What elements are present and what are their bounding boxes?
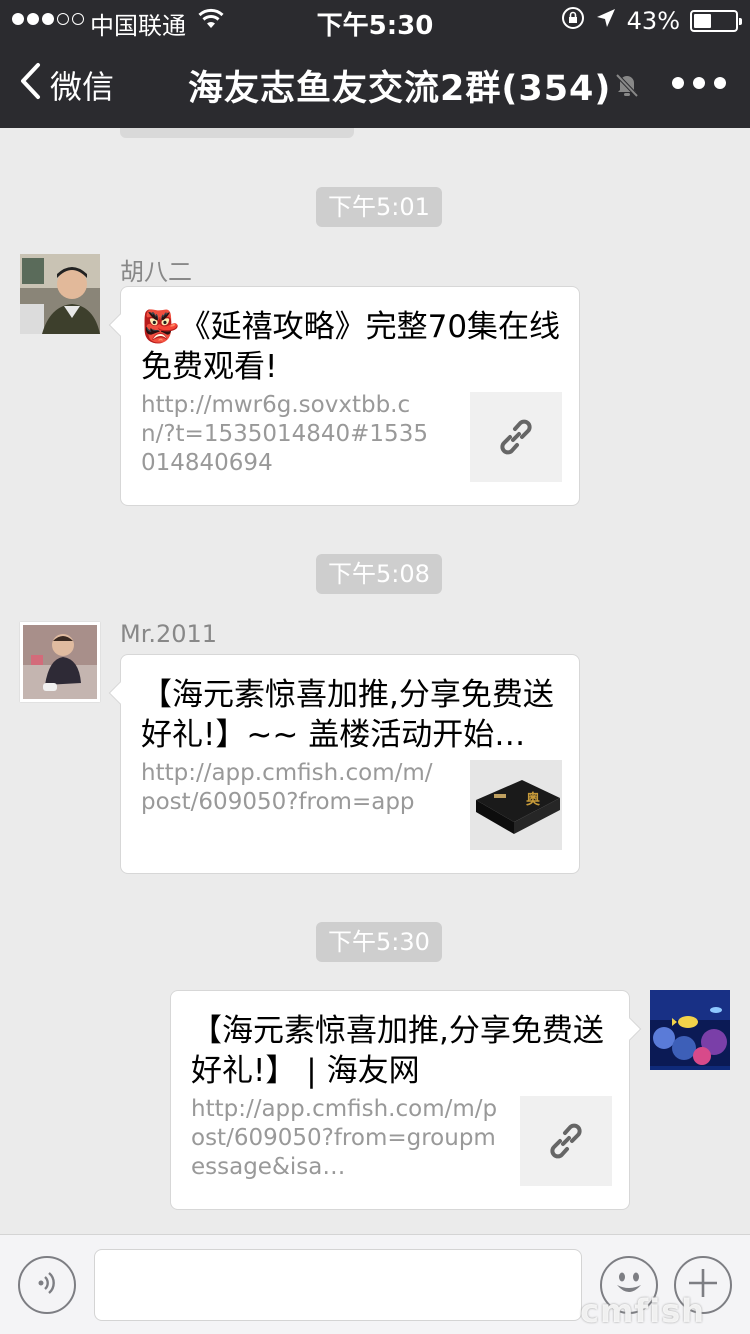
link-icon bbox=[470, 392, 562, 482]
link-card-message[interactable]: 👺《延禧攻略》完整70集在线免费观看! http://mwr6g.sovxtbb… bbox=[108, 286, 580, 506]
chat-area[interactable]: 下午5:01 胡八二 👺《延禧攻略》完整70集在线免费观看! http://mw… bbox=[0, 128, 750, 1234]
link-card-title: 👺《延禧攻略》完整70集在线免费观看! bbox=[141, 309, 561, 385]
battery-icon bbox=[690, 10, 742, 32]
previous-message-stub bbox=[120, 128, 354, 138]
battery-percent: 43% bbox=[626, 7, 680, 35]
time-badge: 下午5:01 bbox=[316, 187, 442, 227]
more-button[interactable] bbox=[672, 77, 726, 89]
link-icon bbox=[520, 1096, 612, 1186]
goblin-emoji-icon: 👺 bbox=[141, 309, 180, 345]
avatar[interactable] bbox=[20, 622, 100, 702]
rotation-lock-icon bbox=[561, 6, 585, 36]
time-badge: 下午5:30 bbox=[316, 922, 442, 962]
time-badge: 下午5:08 bbox=[316, 554, 442, 594]
link-card-url: http://app.cmfish.com/m/post/609050?from… bbox=[141, 760, 433, 815]
avatar[interactable] bbox=[20, 254, 100, 334]
voice-icon bbox=[32, 1268, 62, 1302]
sender-name: 胡八二 bbox=[120, 258, 192, 286]
chat-title: 海友志鱼友交流2群(354) bbox=[188, 69, 612, 109]
back-button[interactable]: 微信 bbox=[18, 62, 114, 108]
voice-button[interactable] bbox=[18, 1256, 76, 1314]
mute-icon bbox=[614, 72, 640, 102]
avatar[interactable] bbox=[650, 990, 730, 1070]
product-box-image: 奥 bbox=[470, 760, 562, 850]
svg-text:奥: 奥 bbox=[526, 791, 541, 808]
link-card-message[interactable]: 【海元素惊喜加推,分享免费送好礼!】~~ 盖楼活动开始… http://app.… bbox=[108, 654, 580, 874]
sender-name: Mr.2011 bbox=[120, 620, 218, 648]
link-card-url: http://mwr6g.sovxtbb.cn/?t=1535014840#15… bbox=[141, 392, 428, 476]
location-icon bbox=[595, 7, 617, 35]
chevron-left-icon bbox=[18, 62, 42, 108]
link-card-title: 【海元素惊喜加推,分享免费送好礼!】 | 海友网 bbox=[191, 1013, 604, 1089]
status-bar: 中国联通 下午5:30 43% bbox=[0, 0, 750, 41]
top-bar: 中国联通 下午5:30 43% 微信 海友志鱼友交流2群(354) bbox=[0, 0, 750, 128]
nav-bar: 微信 海友志鱼友交流2群(354) bbox=[0, 40, 750, 128]
message-input[interactable] bbox=[94, 1249, 582, 1321]
back-label: 微信 bbox=[50, 68, 115, 106]
watermark: cmfish bbox=[580, 1292, 706, 1330]
status-right: 43% bbox=[561, 6, 742, 36]
link-card-url: http://app.cmfish.com/m/post/609050?from… bbox=[191, 1096, 498, 1180]
link-card-title: 【海元素惊喜加推,分享免费送好礼!】~~ 盖楼活动开始… bbox=[141, 677, 554, 753]
link-card-message[interactable]: 【海元素惊喜加推,分享免费送好礼!】 | 海友网 http://app.cmfi… bbox=[170, 990, 642, 1210]
